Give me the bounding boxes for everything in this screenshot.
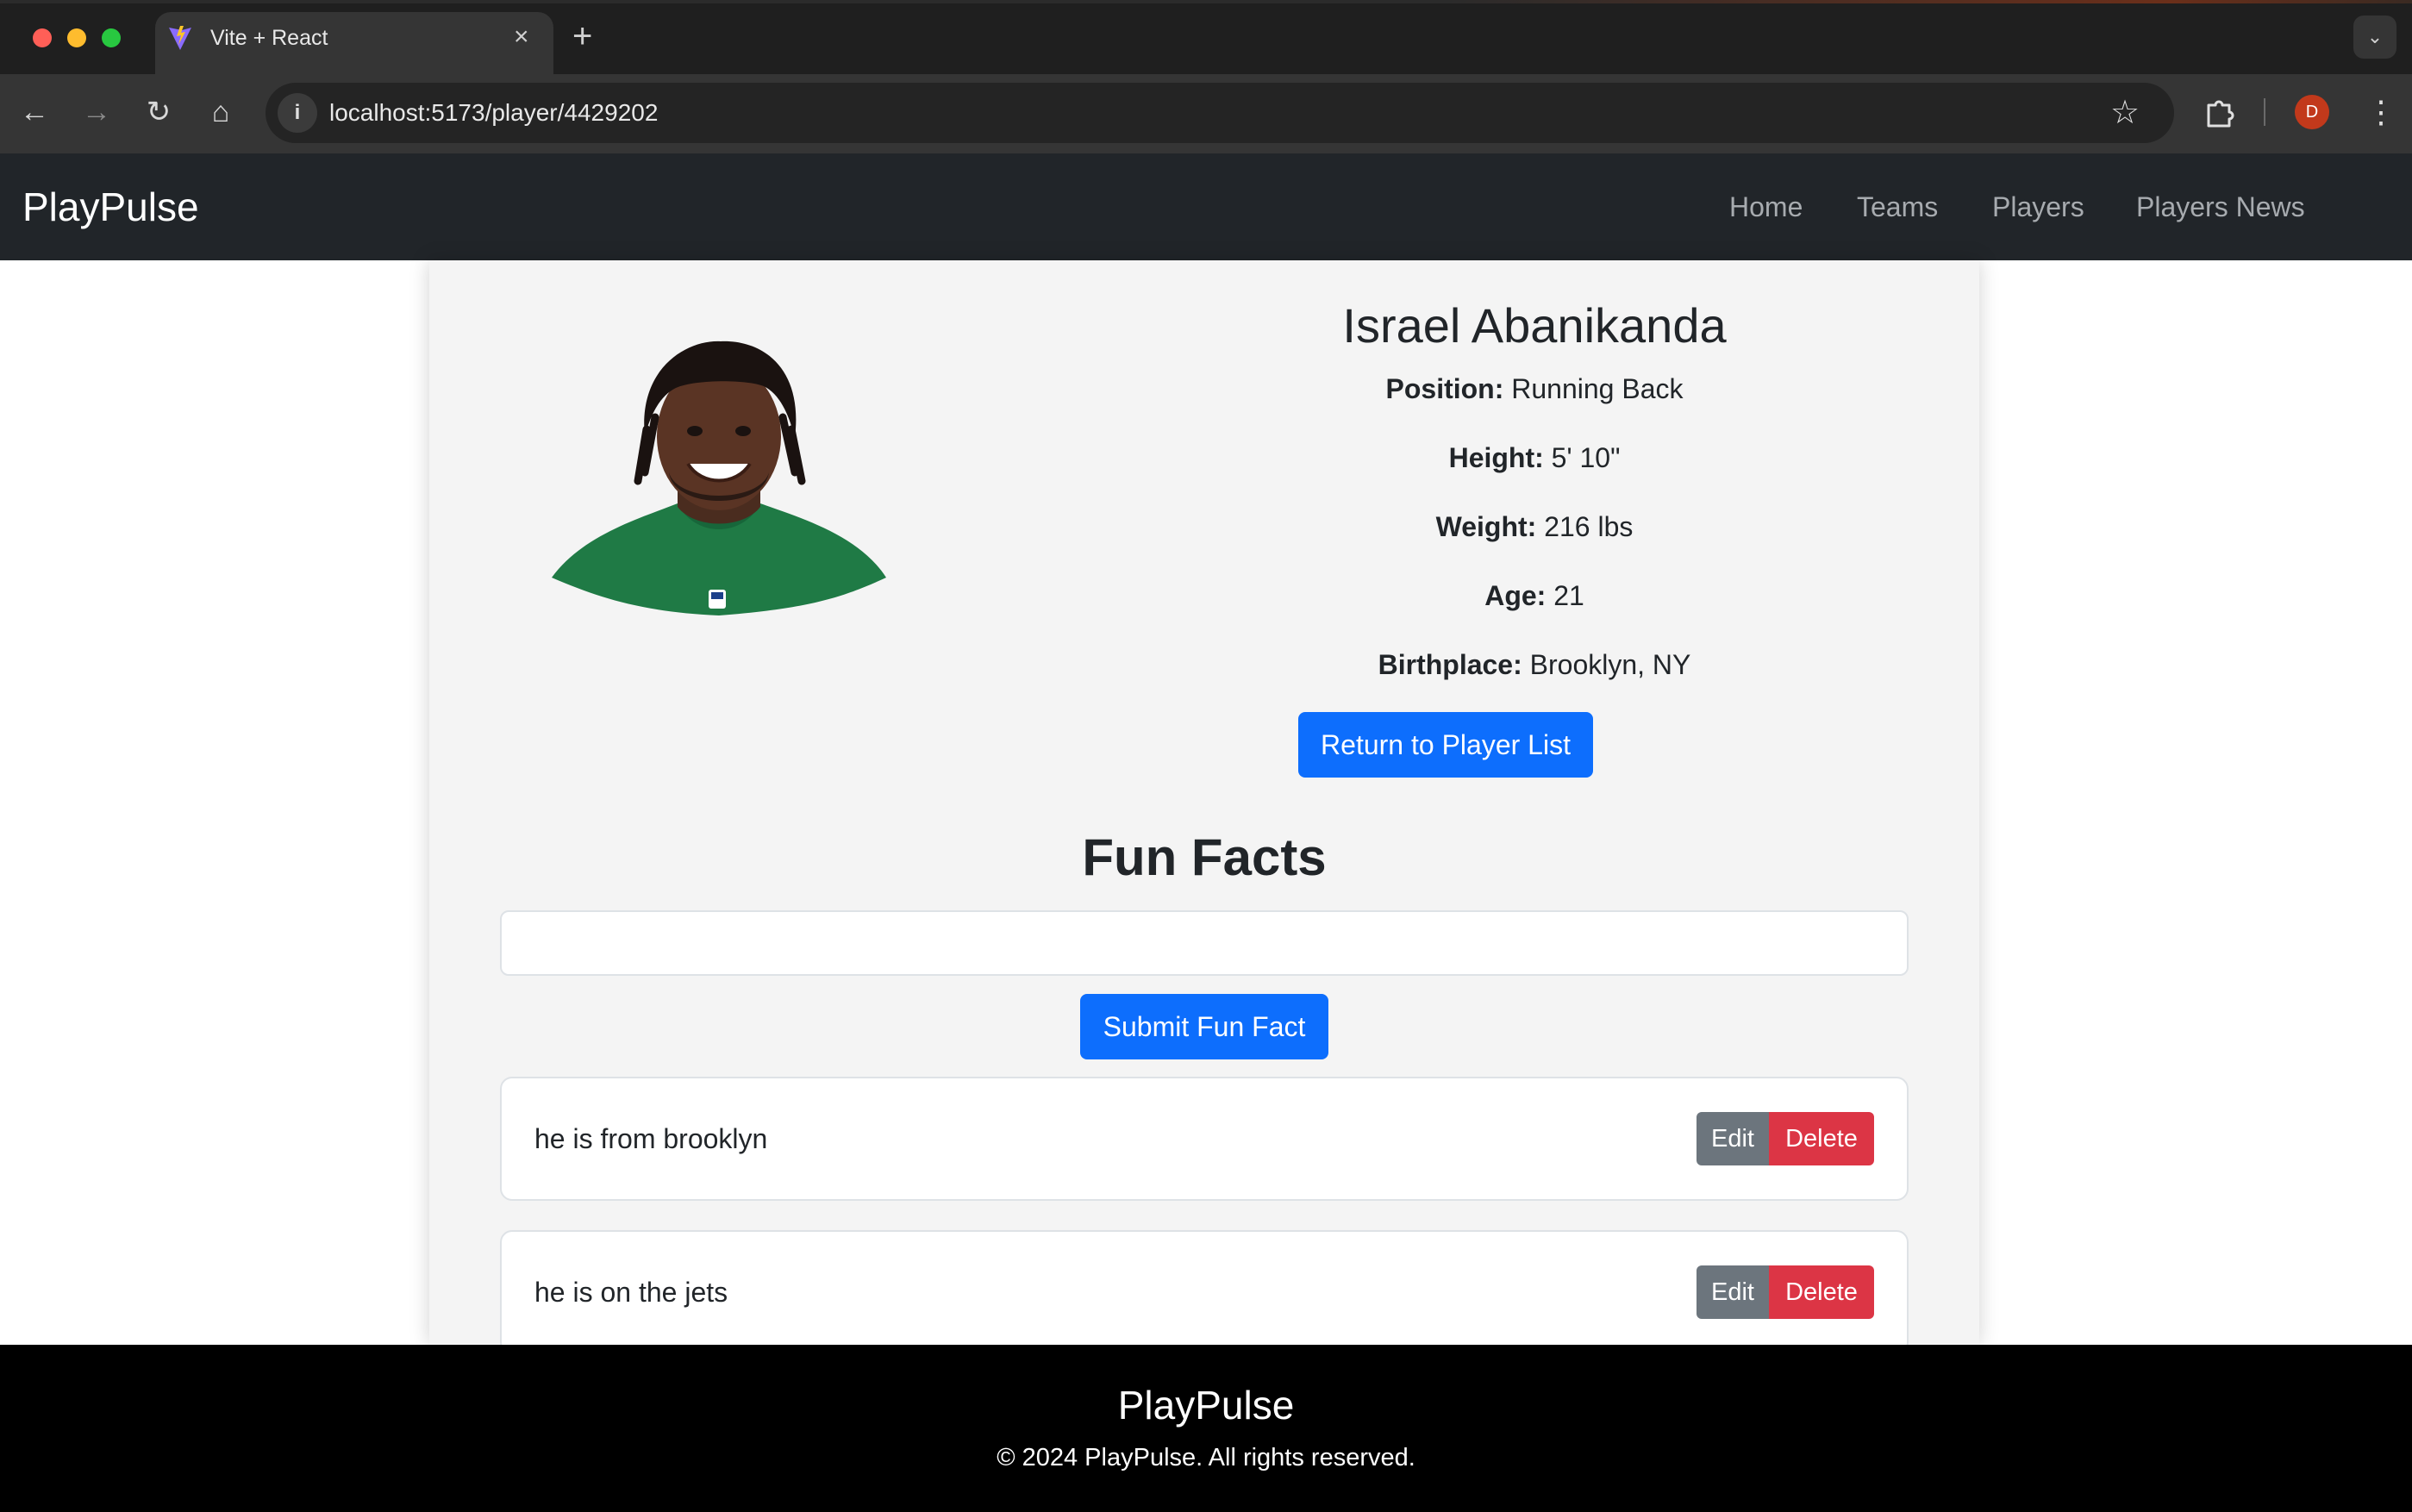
height-label: Height:	[1448, 442, 1544, 473]
window-zoom-control[interactable]	[102, 28, 121, 47]
footer-brand: PlayPulse	[1117, 1383, 1295, 1428]
weight-label: Weight:	[1435, 511, 1537, 542]
toolbar-divider	[2264, 98, 2265, 126]
position-label: Position:	[1385, 373, 1504, 404]
extensions-puzzle-icon[interactable]	[2196, 90, 2241, 134]
tab-strip-top-edge	[0, 0, 2412, 3]
window-close-control[interactable]	[33, 28, 52, 47]
birthplace-label: Birthplace:	[1378, 649, 1522, 680]
back-arrow-icon[interactable]: ←	[12, 90, 57, 134]
height-value: 5' 10"	[1551, 442, 1621, 473]
bookmark-star-icon[interactable]: ☆	[2110, 91, 2140, 134]
position-row: Position: Running Back	[1103, 369, 1965, 409]
age-row: Age: 21	[1103, 576, 1965, 615]
home-icon[interactable]: ⌂	[198, 90, 243, 134]
edit-fact-button[interactable]: Edit	[1697, 1265, 1769, 1319]
new-tab-icon[interactable]: +	[572, 16, 592, 57]
weight-row: Weight: 216 lbs	[1103, 507, 1965, 547]
forward-arrow-icon[interactable]: →	[74, 90, 119, 134]
reload-icon[interactable]: ↻	[136, 90, 181, 134]
fun-facts-heading: Fun Facts	[1082, 828, 1327, 886]
delete-fact-button[interactable]: Delete	[1769, 1265, 1874, 1319]
age-value: 21	[1553, 580, 1584, 611]
tab-list-chevron-icon[interactable]: ⌄	[2353, 16, 2396, 59]
footer-copyright: © 2024 PlayPulse. All rights reserved.	[997, 1444, 1415, 1471]
position-value: Running Back	[1511, 373, 1684, 404]
player-headshot	[552, 341, 886, 615]
nav-link-home[interactable]: Home	[1729, 184, 1803, 229]
player-name: Israel Abanikanda	[1342, 298, 1727, 353]
age-label: Age:	[1484, 580, 1547, 611]
edit-fact-button[interactable]: Edit	[1697, 1112, 1769, 1165]
weight-value: 216 lbs	[1544, 511, 1634, 542]
nav-link-players-news[interactable]: Players News	[2136, 184, 2305, 229]
nav-link-teams[interactable]: Teams	[1857, 184, 1938, 229]
birthplace-row: Birthplace: Brooklyn, NY	[1103, 645, 1965, 684]
window-minimize-control[interactable]	[67, 28, 86, 47]
return-to-player-list-button[interactable]: Return to Player List	[1298, 712, 1593, 778]
height-row: Height: 5' 10"	[1103, 438, 1965, 478]
nav-link-players[interactable]: Players	[1992, 184, 2084, 229]
tab-close-icon[interactable]: ×	[514, 21, 529, 53]
navbar-brand[interactable]: PlayPulse	[22, 179, 199, 234]
browser-menu-icon[interactable]: ⋮	[2364, 90, 2398, 134]
url-text[interactable]: localhost:5173/player/4429202	[329, 97, 658, 129]
site-info-icon[interactable]: i	[278, 93, 317, 133]
birthplace-value: Brooklyn, NY	[1529, 649, 1691, 680]
fun-fact-text: he is from brooklyn	[534, 1123, 768, 1154]
submit-fun-fact-button[interactable]: Submit Fun Fact	[1080, 994, 1328, 1059]
delete-fact-button[interactable]: Delete	[1769, 1112, 1874, 1165]
profile-avatar[interactable]: D	[2295, 95, 2329, 129]
vite-logo-icon	[169, 26, 191, 50]
fun-fact-input[interactable]	[500, 910, 1909, 976]
tab-title: Vite + React	[210, 26, 328, 50]
fun-fact-text: he is on the jets	[534, 1277, 728, 1308]
